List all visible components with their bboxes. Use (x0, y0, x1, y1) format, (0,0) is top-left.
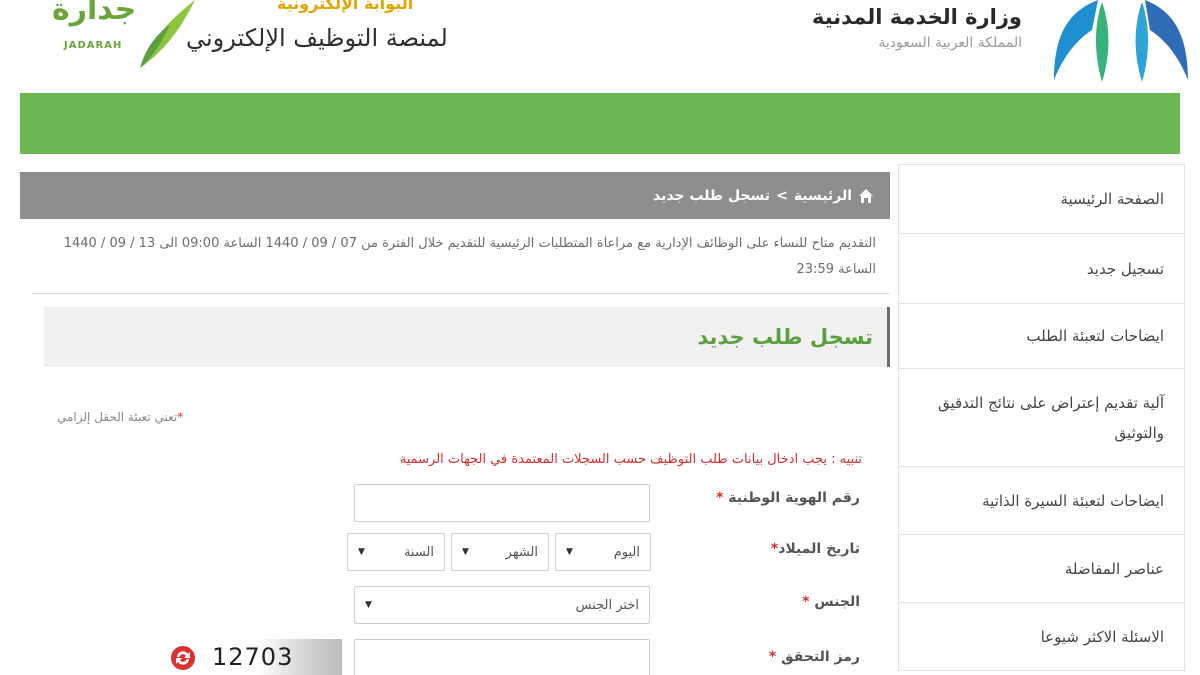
national-id-row: رقم الهوية الوطنية * (20, 484, 890, 524)
birth-day-value: اليوم (613, 544, 640, 560)
captcha-input[interactable] (354, 639, 650, 675)
jadarah-brand[interactable]: جدارة JADARAH البوابة الإلكترونية لمنصة … (20, 0, 500, 90)
platform-title: لمنصة التوظيف الإلكتروني (186, 24, 448, 52)
official-records-warning: تنبيه : يجب ادخال بيانات طلب التوظيف حسب… (399, 452, 862, 467)
ministry-title: وزارة الخدمة المدنية (811, 5, 1022, 29)
birth-day-select[interactable]: اليوم ▼ (555, 533, 651, 571)
breadcrumb: الرئيسية > تسجل طلب جديد (20, 172, 890, 219)
nav-bar (20, 93, 1180, 154)
breadcrumb-home-link[interactable]: الرئيسية (794, 188, 852, 204)
breadcrumb-separator: > (776, 187, 788, 204)
required-star: * (177, 410, 184, 424)
chevron-down-icon: ▼ (358, 547, 365, 557)
chevron-down-icon: ▼ (365, 600, 372, 610)
gender-value: اختر الجنس (575, 597, 639, 613)
gender-select[interactable]: اختر الجنس ▼ (354, 586, 650, 624)
breadcrumb-current: تسجل طلب جديد (652, 187, 771, 204)
required-note: *تعني تعبئة الحقل إلزامي (57, 410, 183, 424)
sidebar-item-objection[interactable]: آلية تقديم إعتراض على نتائج التدقيق والت… (898, 369, 1185, 467)
form-title: تسجل طلب جديد (44, 307, 890, 367)
gender-label: الجنس * (802, 594, 860, 610)
sidebar-item-home[interactable]: الصفحة الرئيسية (898, 164, 1185, 234)
birth-year-select[interactable]: السنة ▼ (347, 533, 445, 571)
ministry-brand[interactable]: وزارة الخدمة المدنية المملكة العربية الس… (812, 0, 1190, 90)
birth-date-label: تاريخ الميلاد* (770, 541, 860, 557)
birth-date-row: تاريخ الميلاد* اليوم ▼ الشهر ▼ السنة ▼ (20, 533, 890, 573)
jadarah-logo-latin: JADARAH (64, 40, 123, 51)
portal-title: البوابة الإلكترونية (277, 0, 414, 13)
sidebar-item-criteria[interactable]: عناصر المفاضلة (898, 535, 1185, 603)
required-note-text: تعني تعبئة الحقل إلزامي (57, 410, 178, 424)
birth-month-value: الشهر (505, 544, 538, 560)
sidebar-item-register[interactable]: تسجيل جديد (898, 234, 1185, 304)
chevron-down-icon: ▼ (462, 547, 469, 557)
birth-year-value: السنة (403, 544, 434, 560)
national-id-label: رقم الهوية الوطنية * (716, 490, 860, 506)
captcha-label: رمز التحقق * (768, 649, 860, 665)
site-header: وزارة الخدمة المدنية المملكة العربية الس… (0, 0, 1200, 93)
jadarah-logo-text: جدارة (52, 0, 137, 27)
chevron-down-icon: ▼ (566, 547, 573, 557)
main-content: الرئيسية > تسجل طلب جديد التقديم متاح لل… (20, 172, 890, 367)
application-notice: التقديم متاح للنساء على الوظائف الإدارية… (32, 219, 890, 294)
ministry-logo-icon (1054, 0, 1188, 82)
captcha-row: رمز التحقق * 12703 (20, 639, 890, 675)
home-icon[interactable] (858, 188, 874, 204)
captcha-image: 12703 (202, 639, 342, 675)
sidebar: الصفحة الرئيسية تسجيل جديد ايضاحات لتعبئ… (898, 164, 1185, 671)
birth-month-select[interactable]: الشهر ▼ (451, 533, 549, 571)
gender-row: الجنس * اختر الجنس ▼ (20, 586, 890, 626)
ministry-subtitle: المملكة العربية السعودية (878, 35, 1022, 51)
sidebar-item-faq[interactable]: الاسئلة الاكثر شيوعا (898, 603, 1185, 671)
national-id-input[interactable] (354, 484, 650, 522)
sidebar-item-application-help[interactable]: ايضاحات لتعبئة الطلب (898, 304, 1185, 369)
sidebar-item-cv-help[interactable]: ايضاحات لتعبئة السيرة الذاتية (898, 467, 1185, 535)
refresh-icon[interactable] (170, 645, 196, 671)
